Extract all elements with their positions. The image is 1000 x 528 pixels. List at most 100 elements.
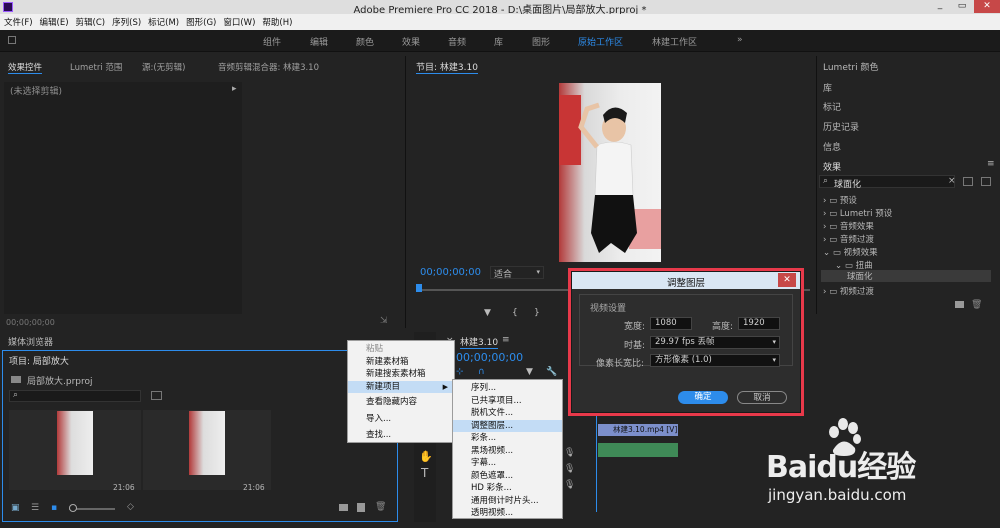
linked-selection-icon[interactable]: ∩ bbox=[478, 367, 485, 377]
mark-out-icon[interactable]: } bbox=[534, 308, 540, 318]
menu-sequence[interactable]: 序列(S) bbox=[108, 14, 144, 28]
height-field[interactable]: 1920 bbox=[738, 317, 780, 330]
workspace-graphics[interactable]: 图形 bbox=[532, 35, 550, 48]
menu-help[interactable]: 帮助(H) bbox=[258, 14, 295, 28]
pixel-aspect-select[interactable]: 方形像素 (1.0) ▾ bbox=[650, 354, 780, 367]
lock-icon[interactable]: ▣ bbox=[11, 503, 20, 513]
effects-search[interactable]: ⌕ 球面化 × bbox=[819, 175, 956, 190]
submenu-countdown[interactable]: 通用倒计时片头... bbox=[453, 495, 562, 508]
workspace-color[interactable]: 颜色 bbox=[356, 35, 374, 48]
snap-icon[interactable]: ⊹ bbox=[456, 367, 464, 377]
menu-graphics[interactable]: 图形(G) bbox=[182, 14, 219, 28]
ok-button[interactable]: 确定 bbox=[678, 391, 728, 404]
panel-lumetri-color[interactable]: Lumetri 颜色 bbox=[823, 60, 878, 73]
menu-new-bin[interactable]: 新建素材箱 bbox=[348, 356, 454, 369]
dialog-close-button[interactable]: ✕ bbox=[778, 273, 796, 287]
menu-marker[interactable]: 标记(M) bbox=[144, 14, 182, 28]
timebase-select[interactable]: 29.97 fps 丢帧 ▾ bbox=[650, 336, 780, 349]
audio-clip[interactable] bbox=[598, 443, 678, 457]
cancel-button[interactable]: 取消 bbox=[737, 391, 787, 404]
add-marker-icon[interactable]: ▼ bbox=[526, 367, 533, 377]
workspace-linjian[interactable]: 林建工作区 bbox=[652, 35, 697, 48]
icon-view-icon[interactable]: ▪ bbox=[51, 503, 57, 513]
panel-history[interactable]: 历史记录 bbox=[823, 120, 859, 133]
audio-track-mic-icon[interactable]: 🎙 bbox=[564, 448, 575, 458]
workspace-original[interactable]: 原始工作区 bbox=[578, 35, 623, 48]
new-bin-icon[interactable] bbox=[955, 301, 964, 308]
menu-new-search-bin[interactable]: 新建搜索素材箱 bbox=[348, 368, 454, 381]
minimize-button[interactable]: _ bbox=[930, 1, 950, 12]
project-search[interactable]: ⌕ bbox=[9, 390, 141, 402]
submenu-color-matte[interactable]: 颜色遮罩... bbox=[453, 470, 562, 483]
submenu-transparent-video[interactable]: 透明视频... bbox=[453, 507, 562, 520]
fx-presets[interactable]: › ▭ 预设 bbox=[823, 194, 857, 206]
fit-dropdown[interactable]: 适合 ▾ bbox=[490, 266, 544, 280]
panel-markers[interactable]: 标记 bbox=[823, 100, 841, 113]
menu-file[interactable]: 文件(F) bbox=[0, 14, 36, 28]
list-view-icon[interactable]: ☰ bbox=[31, 503, 39, 513]
tab-effect-controls[interactable]: 效果控件 bbox=[8, 61, 43, 74]
tab-media-browser[interactable]: 媒体浏览器 bbox=[8, 335, 53, 348]
workspace-audio[interactable]: 音频 bbox=[448, 35, 466, 48]
menu-new-item[interactable]: 新建项目 ▶ bbox=[348, 380, 454, 393]
submenu-shared-project[interactable]: 已共享项目... bbox=[453, 395, 562, 408]
menu-clip[interactable]: 剪辑(C) bbox=[72, 14, 109, 28]
clear-search-icon[interactable]: × bbox=[948, 176, 956, 186]
type-tool-icon[interactable]: T bbox=[421, 466, 428, 480]
workspace-effects[interactable]: 效果 bbox=[402, 35, 420, 48]
trash-icon[interactable]: 🗑 bbox=[375, 502, 386, 512]
tab-source[interactable]: 源:(无剪辑) bbox=[142, 61, 186, 73]
menu-import[interactable]: 导入... bbox=[348, 413, 454, 426]
menu-paste[interactable]: 粘贴 bbox=[348, 343, 454, 356]
accelerated-effects-icon[interactable] bbox=[963, 177, 973, 186]
project-item-2[interactable]: 21:06 bbox=[143, 410, 271, 492]
fx-audio-transitions[interactable]: › ▭ 音频过渡 bbox=[823, 233, 874, 245]
close-button[interactable]: ✕ bbox=[974, 0, 1000, 13]
tab-lumetri-scopes[interactable]: Lumetri 范围 bbox=[70, 61, 122, 73]
panel-effects[interactable]: 效果 bbox=[823, 160, 841, 173]
export-icon[interactable]: ⇲ bbox=[380, 316, 388, 326]
fx-audio-effects[interactable]: › ▭ 音频效果 bbox=[823, 220, 874, 232]
trash-icon[interactable]: 🗑 bbox=[971, 300, 982, 310]
video-clip[interactable]: 林建3.10.mp4 [V] bbox=[598, 424, 678, 436]
home-icon[interactable] bbox=[8, 36, 16, 44]
timeline-playhead[interactable] bbox=[596, 412, 597, 512]
submenu-black-video[interactable]: 黑场视频... bbox=[453, 445, 562, 458]
wrench-icon[interactable]: 🔧 bbox=[546, 367, 557, 377]
workspace-assembly[interactable]: 组件 bbox=[263, 35, 281, 48]
menu-view-hidden[interactable]: 查看隐藏内容 bbox=[348, 396, 454, 409]
add-marker-icon[interactable]: ▼ bbox=[484, 308, 491, 318]
workspace-libraries[interactable]: 库 bbox=[494, 35, 503, 48]
new-item-icon[interactable] bbox=[357, 503, 365, 512]
maximize-button[interactable]: ▭ bbox=[952, 1, 972, 12]
submenu-offline-file[interactable]: 脱机文件... bbox=[453, 407, 562, 420]
effects-menu-icon[interactable]: ≡ bbox=[987, 159, 995, 169]
audio-track-mic-icon[interactable]: 🎙 bbox=[564, 464, 575, 474]
menu-window[interactable]: 窗口(W) bbox=[219, 14, 258, 28]
timeline-menu-icon[interactable]: ≡ bbox=[502, 335, 510, 345]
workspace-more-icon[interactable]: » bbox=[737, 35, 743, 45]
submenu-bars-tone[interactable]: 彩条... bbox=[453, 432, 562, 445]
panel-info[interactable]: 信息 bbox=[823, 140, 841, 153]
fx-lumetri-presets[interactable]: › ▭ Lumetri 预设 bbox=[823, 207, 892, 219]
menu-edit[interactable]: 编辑(E) bbox=[36, 14, 72, 28]
width-field[interactable]: 1080 bbox=[650, 317, 692, 330]
submenu-hd-bars[interactable]: HD 彩条... bbox=[453, 482, 562, 495]
fx-video-transitions[interactable]: › ▭ 视频过渡 bbox=[823, 285, 874, 297]
submenu-adjustment-layer[interactable]: 调整图层... bbox=[453, 419, 562, 432]
audio-track-mic-icon[interactable]: 🎙 bbox=[564, 480, 575, 490]
fx-video-effects[interactable]: ⌄ ▭ 视频效果 bbox=[823, 246, 878, 258]
sort-icon[interactable]: ◇ bbox=[127, 502, 134, 512]
new-search-bin-icon[interactable] bbox=[151, 391, 162, 400]
menu-find[interactable]: 查找... bbox=[348, 429, 454, 442]
playhead-marker[interactable] bbox=[416, 284, 422, 292]
tab-audio-mixer[interactable]: 音频剪辑混合器: 林建3.10 bbox=[218, 61, 319, 73]
yuv-effects-icon[interactable] bbox=[981, 177, 991, 186]
fx-spherize[interactable]: 球面化 bbox=[821, 270, 991, 282]
hand-tool-icon[interactable]: ✋ bbox=[419, 450, 433, 463]
panel-libraries[interactable]: 库 bbox=[823, 81, 832, 94]
mark-in-icon[interactable]: { bbox=[512, 308, 518, 318]
submenu-captions[interactable]: 字幕... bbox=[453, 457, 562, 470]
project-item-1[interactable]: 21:06 bbox=[9, 410, 141, 492]
new-bin-icon[interactable] bbox=[339, 504, 348, 511]
